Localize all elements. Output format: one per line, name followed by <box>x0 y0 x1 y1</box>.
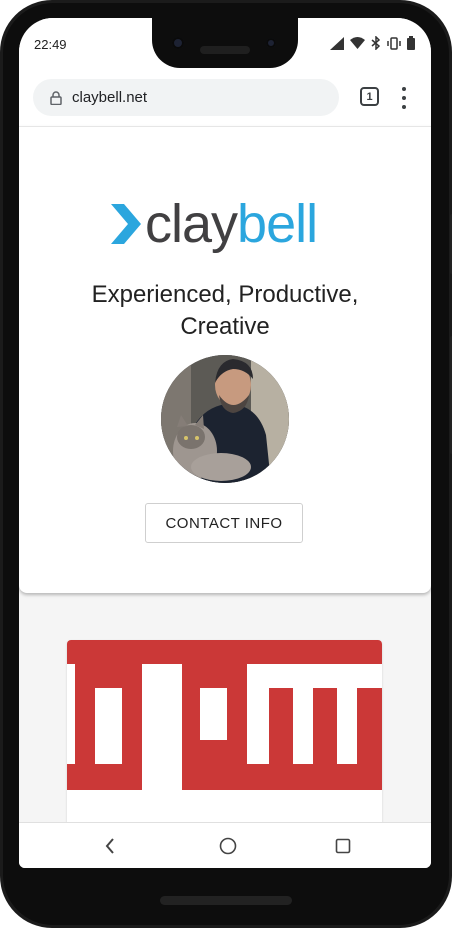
status-icons <box>330 36 415 50</box>
phone-frame: 22:49 claybell.net 1 clay bell Experienc… <box>0 0 452 928</box>
tab-switcher-button[interactable]: 1 <box>360 87 379 106</box>
bluetooth-icon <box>371 36 381 50</box>
chevron-logo-icon <box>111 204 141 244</box>
bottom-speaker <box>160 896 292 905</box>
profile-avatar <box>161 355 289 483</box>
logo-text-clay: clay <box>145 194 238 254</box>
logo-text-bell: bell <box>237 194 318 254</box>
browser-toolbar: claybell.net 1 <box>19 70 431 126</box>
camera-notch <box>152 18 298 68</box>
status-time: 22:49 <box>34 37 67 52</box>
back-icon[interactable] <box>99 835 121 857</box>
contact-info-button[interactable]: CONTACT INFO <box>145 503 303 543</box>
android-nav-bar <box>19 822 431 868</box>
hero-card: clay bell Experienced, Productive, Creati… <box>19 126 431 593</box>
url-text: claybell.net <box>72 89 148 106</box>
tagline: Experienced, Productive, Creative <box>91 281 359 340</box>
npm-logo-icon <box>67 640 382 840</box>
claybell-logo[interactable]: clay bell <box>111 194 318 254</box>
overview-icon[interactable] <box>332 835 354 857</box>
earpiece-speaker <box>200 46 250 54</box>
browser-menu-icon[interactable] <box>394 87 414 109</box>
npm-project-card[interactable] <box>67 640 382 840</box>
lock-icon <box>48 90 64 106</box>
vibrate-icon <box>387 36 401 50</box>
battery-icon <box>407 36 415 50</box>
sensor-icon <box>266 38 276 48</box>
wifi-icon <box>350 37 365 49</box>
signal-icon <box>330 36 344 50</box>
home-icon[interactable] <box>217 835 239 857</box>
front-camera-icon <box>172 37 184 49</box>
address-bar[interactable]: claybell.net <box>33 79 339 116</box>
screen: 22:49 claybell.net 1 clay bell Experienc… <box>19 18 431 868</box>
